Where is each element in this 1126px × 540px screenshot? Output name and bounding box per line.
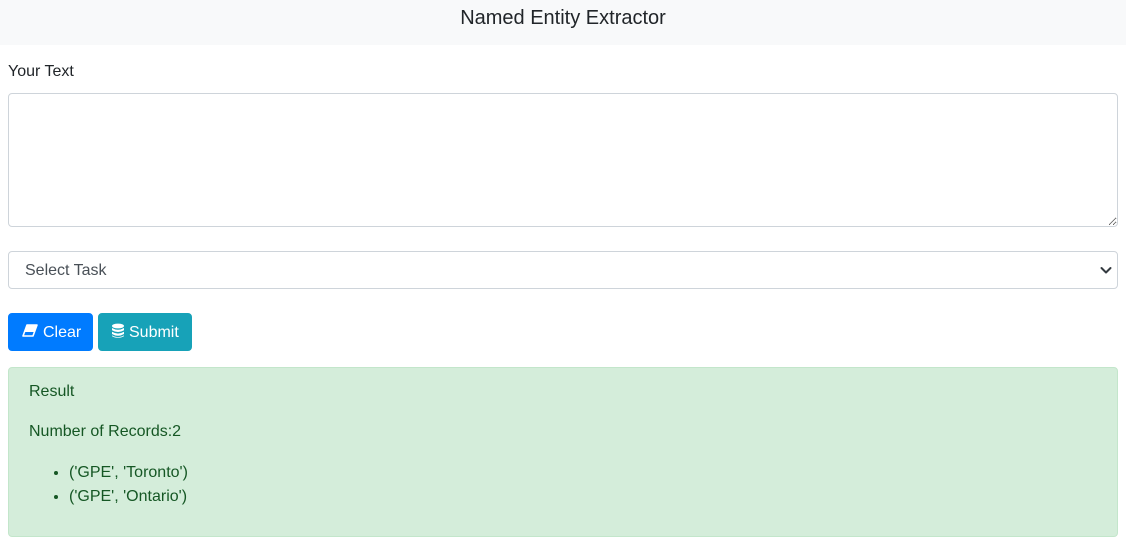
- submit-button[interactable]: Submit: [98, 313, 192, 351]
- list-item: ('GPE', 'Ontario'): [69, 485, 188, 509]
- chevron-down-icon: [1100, 267, 1112, 274]
- eraser-icon: [22, 323, 38, 337]
- task-select-value: Select Task: [25, 262, 107, 279]
- clear-button-label: Clear: [43, 324, 82, 341]
- result-panel: Result Number of Records:2 ('GPE', 'Toro…: [8, 367, 1118, 537]
- record-count: Number of Records:2: [29, 423, 182, 440]
- page-title: Named Entity Extractor: [460, 7, 666, 29]
- text-input[interactable]: [8, 93, 1118, 227]
- database-icon: [112, 323, 124, 338]
- task-select[interactable]: Select Task: [8, 251, 1118, 289]
- result-list: ('GPE', 'Toronto') ('GPE', 'Ontario'): [29, 461, 188, 509]
- submit-button-label: Submit: [129, 324, 179, 341]
- result-title: Result: [29, 383, 75, 400]
- clear-button[interactable]: Clear: [8, 313, 93, 351]
- text-input-label: Your Text: [8, 63, 74, 80]
- list-item: ('GPE', 'Toronto'): [69, 461, 188, 485]
- app-header: Named Entity Extractor: [0, 0, 1126, 45]
